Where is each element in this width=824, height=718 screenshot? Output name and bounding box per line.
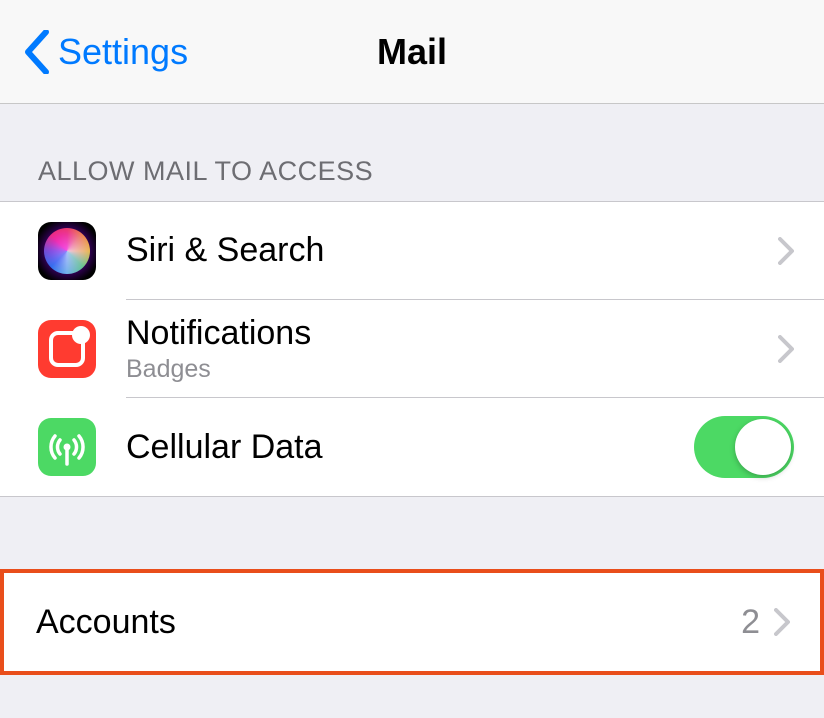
chevron-right-icon — [778, 237, 794, 265]
row-label-cellular: Cellular Data — [126, 428, 694, 467]
cellular-data-icon — [38, 418, 96, 476]
row-cellular-data: Cellular Data — [0, 398, 824, 496]
section-allow-access: Siri & Search Notifications Badges — [0, 201, 824, 497]
back-label: Settings — [58, 31, 188, 73]
notifications-icon — [38, 320, 96, 378]
section-header-allow-access: ALLOW MAIL TO ACCESS — [0, 104, 824, 201]
section-accounts: Accounts 2 — [0, 569, 824, 675]
chevron-right-icon — [774, 608, 790, 636]
siri-icon — [38, 222, 96, 280]
back-button[interactable]: Settings — [0, 30, 188, 74]
row-notifications[interactable]: Notifications Badges — [0, 300, 824, 398]
cellular-data-toggle[interactable] — [694, 416, 794, 478]
chevron-left-icon — [24, 30, 50, 74]
row-sublabel-notifications: Badges — [126, 355, 778, 384]
row-label-siri: Siri & Search — [126, 231, 778, 270]
page-title: Mail — [377, 31, 447, 73]
toggle-knob — [735, 419, 791, 475]
accounts-count: 2 — [741, 603, 760, 642]
row-siri-search[interactable]: Siri & Search — [0, 202, 824, 300]
row-label-accounts: Accounts — [36, 603, 741, 642]
navigation-bar: Settings Mail — [0, 0, 824, 104]
row-label-notifications: Notifications — [126, 314, 778, 353]
row-accounts[interactable]: Accounts 2 — [4, 573, 820, 671]
chevron-right-icon — [778, 335, 794, 363]
